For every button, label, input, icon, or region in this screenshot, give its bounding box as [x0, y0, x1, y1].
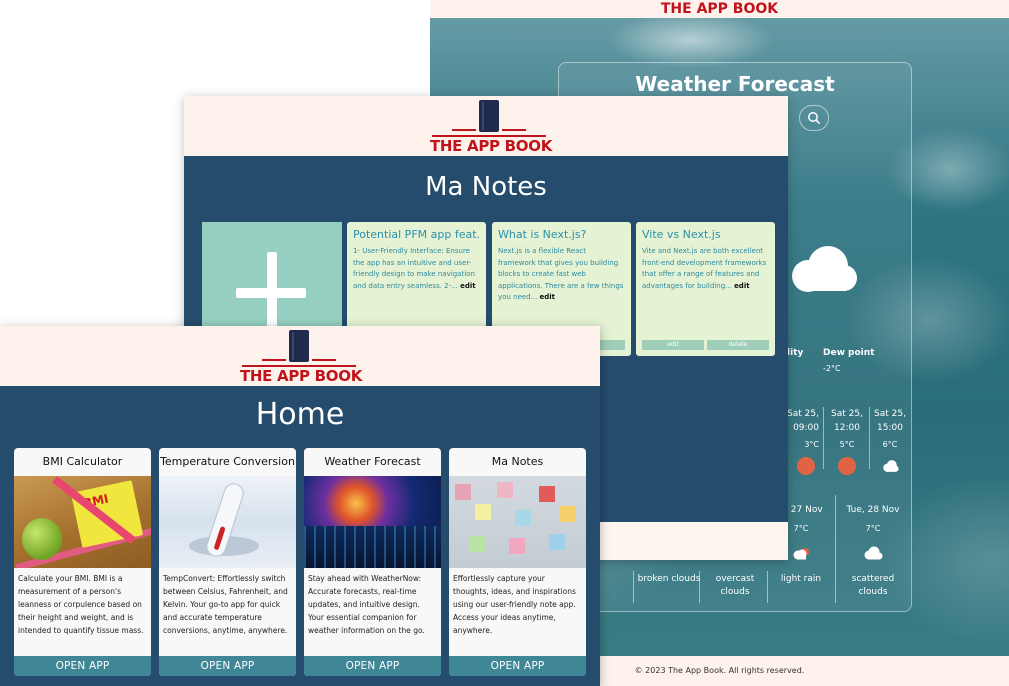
cloud-icon: [792, 246, 857, 292]
logo-line: [262, 359, 286, 361]
bmi-image: BMI: [14, 476, 151, 568]
app-card-bmi[interactable]: BMI Calculator BMI Calculate your BMI. B…: [14, 448, 151, 676]
humidity-label: lity: [787, 348, 804, 358]
app-card-title: Weather Forecast: [324, 455, 421, 468]
app-card-description: Calculate your BMI. BMI is a measurement…: [18, 574, 144, 635]
app-card-temperature[interactable]: Temperature Conversion TempConvert: Effo…: [159, 448, 296, 676]
weather-brand-header[interactable]: THE APP BOOK: [430, 0, 1009, 18]
daily-desc-bottom: clouds: [858, 587, 888, 597]
note-title: What is Next.js?: [498, 228, 587, 241]
daily-desc-top: broken clouds: [637, 574, 701, 584]
daily-date: Tue, 28 Nov: [846, 505, 900, 515]
app-card-title: Ma Notes: [491, 455, 544, 468]
note-actions: edit delete: [642, 340, 769, 350]
open-app-button[interactable]: OPEN APP: [14, 656, 151, 676]
logo-line: [312, 359, 336, 361]
app-card-description: TempConvert: Effortlessly switch between…: [163, 574, 288, 635]
app-card-weather[interactable]: Weather Forecast Stay ahead with Weather…: [304, 448, 441, 676]
daily-desc-top: overcast: [715, 574, 755, 584]
app-card-notes[interactable]: Ma Notes Effortlessly capture your thoug…: [449, 448, 586, 676]
daily-temp: 7°C: [865, 524, 881, 533]
brand-logo-text[interactable]: THE APP BOOK: [240, 368, 362, 384]
hourly-time-top: Sat 25,: [831, 409, 863, 419]
hourly-time-bottom: 12:00: [834, 423, 860, 433]
book-logo-icon[interactable]: [289, 330, 309, 362]
apple-image: [22, 518, 62, 560]
hourly-time-top: Sat 25,: [874, 409, 906, 419]
app-card-description: Effortlessly capture your thoughts, idea…: [453, 574, 576, 635]
sun-icon: [838, 457, 856, 475]
delete-button[interactable]: delete: [707, 340, 769, 350]
daily-desc-bottom: clouds: [720, 587, 750, 597]
note-edit-link[interactable]: edit: [540, 293, 556, 301]
cloud-icon: [883, 460, 899, 472]
page-title: Home: [255, 397, 345, 432]
open-app-button[interactable]: OPEN APP: [304, 656, 441, 676]
edit-button[interactable]: edit: [642, 340, 704, 350]
daily-item: Tue, 28 Nov 7°C scattered clouds: [837, 503, 909, 599]
daily-desc-top: scattered: [851, 574, 895, 584]
note-edit-link[interactable]: edit: [460, 282, 476, 290]
note-body: Vite and Next.js are both excellent fron…: [642, 246, 769, 292]
page-title: Ma Notes: [425, 172, 547, 202]
book-logo-icon[interactable]: [479, 100, 499, 132]
notes-header: THE APP BOOK: [184, 96, 788, 156]
note-card[interactable]: Vite vs Next.js Vite and Next.js are bot…: [636, 222, 775, 356]
note-preview: Next.js is a flexible React framework th…: [498, 247, 624, 301]
daily-desc-top: light rain: [780, 574, 822, 584]
sun-icon: [797, 457, 815, 475]
cloud-icon: [864, 546, 883, 560]
weather-image: [304, 476, 441, 568]
thermometer-image: [159, 476, 296, 568]
note-edit-link[interactable]: edit: [734, 282, 750, 290]
note-body: Next.js is a flexible React framework th…: [498, 246, 625, 304]
dew-point-value: -2°C: [823, 364, 841, 373]
open-app-button[interactable]: OPEN APP: [159, 656, 296, 676]
note-preview: 1- User-Friendly Interface: Ensure the a…: [353, 247, 475, 290]
logo-line: [502, 129, 526, 131]
home-header: THE APP BOOK: [0, 326, 600, 386]
brand-logo-text[interactable]: THE APP BOOK: [430, 138, 552, 154]
note-body: 1- User-Friendly Interface: Ensure the a…: [353, 246, 480, 292]
hourly-temp: 6°C: [882, 440, 898, 449]
hourly-temp: 5°C: [839, 440, 855, 449]
app-card-description: Stay ahead with WeatherNow: Accurate for…: [308, 574, 425, 635]
hourly-divider: [823, 407, 824, 469]
search-icon[interactable]: [799, 105, 829, 131]
logo-line: [452, 129, 476, 131]
weather-title: Weather Forecast: [635, 72, 835, 96]
plus-icon: [236, 288, 306, 298]
app-card-title: BMI Calculator: [42, 455, 123, 468]
rain-cloud-icon: [793, 548, 809, 560]
app-card-title: Temperature Conversion: [160, 455, 295, 468]
sticky-notes-image: [449, 476, 586, 568]
hourly-item: Sat 25, 12:00 5°C: [826, 407, 868, 475]
open-app-button[interactable]: OPEN APP: [449, 656, 586, 676]
daily-divider: [835, 495, 836, 603]
note-title: Vite vs Next.js: [642, 228, 721, 241]
hourly-time-bottom: 15:00: [877, 423, 903, 433]
hourly-item: Sat 25, 15:00 6°C: [869, 407, 911, 479]
dew-point-label: Dew point: [823, 348, 875, 358]
note-title: Potential PFM app feat...: [353, 228, 480, 241]
home-window: THE APP BOOK Home BMI Calculator BMI Cal…: [0, 326, 600, 686]
home-body: Home BMI Calculator BMI Calculate your B…: [0, 386, 600, 686]
